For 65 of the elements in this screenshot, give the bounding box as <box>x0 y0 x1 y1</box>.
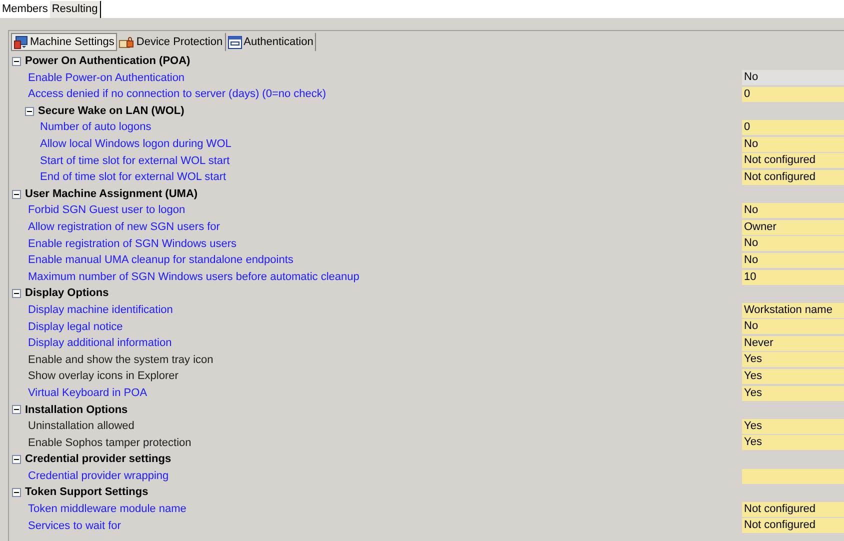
value-cell[interactable]: Yes <box>742 369 844 384</box>
collapse-icon[interactable] <box>12 56 21 66</box>
view-tab[interactable]: Resulting <box>50 1 101 18</box>
setting-label[interactable]: Start of time slot for external WOL start <box>9 152 742 170</box>
collapse-icon[interactable] <box>12 455 21 464</box>
lock-icon <box>119 36 134 48</box>
setting-label[interactable]: Allow registration of new SGN users for <box>9 218 742 236</box>
value-cell[interactable]: Owner <box>742 220 844 235</box>
value-cell[interactable]: 10 <box>742 270 844 285</box>
collapse-icon[interactable] <box>12 488 21 498</box>
group-heading: Display Options <box>25 286 109 302</box>
value-cell[interactable]: Yes <box>742 352 844 368</box>
value-cell[interactable]: Never <box>742 336 844 351</box>
value-cell[interactable]: Yes <box>742 386 844 401</box>
value-cell[interactable] <box>742 468 844 484</box>
setting-label[interactable]: Forbid SGN Guest user to logon <box>9 202 742 219</box>
setting-label[interactable]: Token middleware module name <box>9 501 742 518</box>
setting-label[interactable]: Show overlay icons in Explorer <box>9 368 742 385</box>
setting-label[interactable]: End of time slot for external WOL start <box>9 169 742 186</box>
setting-label[interactable]: Number of auto logons <box>9 119 742 136</box>
group-heading: Power On Authentication (POA) <box>25 54 190 70</box>
group-heading: Token Support Settings <box>25 485 148 500</box>
setting-label[interactable]: Services to wait for <box>9 518 742 534</box>
setting-label[interactable]: Uninstallation allowed <box>9 418 742 435</box>
value-cell[interactable]: 0 <box>742 120 844 136</box>
setting-label[interactable]: Enable and show the system tray icon <box>9 352 742 368</box>
setting-label[interactable]: Enable Power-on Authentication <box>9 70 742 86</box>
value-cell[interactable]: 0 <box>742 86 844 102</box>
setting-label[interactable]: Maximum number of SGN Windows users before automatic cleanup <box>9 268 742 286</box>
group-heading: Secure Wake on LAN (WOL) <box>38 104 184 119</box>
value-cell[interactable]: Not configured <box>742 153 844 168</box>
settings-tab[interactable]: Device Protection <box>117 33 226 51</box>
setting-label[interactable]: Credential provider wrapping <box>9 468 742 484</box>
value-cell[interactable]: No <box>742 319 844 334</box>
setting-label[interactable]: Enable manual UMA cleanup for standalone endpoints <box>9 252 742 269</box>
setting-label[interactable]: Allow local Windows logon during WOL <box>9 136 742 153</box>
value-cell[interactable]: Not configured <box>742 502 844 517</box>
value-cell[interactable]: Not configured <box>742 170 844 185</box>
value-cell[interactable]: No <box>742 203 844 218</box>
collapse-icon[interactable] <box>12 190 21 199</box>
collapse-icon[interactable] <box>12 405 21 414</box>
setting-label[interactable]: Display additional information <box>9 335 742 352</box>
value-cell[interactable]: No <box>742 70 844 86</box>
setting-label[interactable]: Enable Sophos tamper protection <box>9 434 742 452</box>
group-heading: Installation Options <box>25 402 128 418</box>
value-cell[interactable]: No <box>742 136 844 152</box>
group-heading: Credential provider settings <box>25 452 172 468</box>
setting-label[interactable]: Access denied if no connection to server (days) (0=no check) <box>9 86 742 103</box>
value-cell[interactable]: Yes <box>742 435 844 450</box>
window-icon <box>228 36 242 48</box>
setting-label[interactable]: Display machine identification <box>9 302 742 318</box>
value-cell[interactable]: Workstation name <box>742 302 844 318</box>
collapse-icon[interactable] <box>12 289 21 298</box>
settings-tab[interactable]: Authentication <box>226 33 316 51</box>
value-cell[interactable]: No <box>742 236 844 252</box>
setting-label[interactable]: Enable registration of SGN Windows users <box>9 236 742 252</box>
settings-tab[interactable]: Machine Settings <box>11 33 118 51</box>
collapse-icon[interactable] <box>25 106 34 116</box>
setting-label[interactable]: Display legal notice <box>9 318 742 336</box>
value-cell[interactable]: No <box>742 252 844 268</box>
value-cell[interactable]: Not configured <box>742 518 844 534</box>
setting-label[interactable]: Virtual Keyboard in POA <box>9 384 742 402</box>
computer-icon <box>14 36 28 48</box>
group-heading: User Machine Assignment (UMA) <box>25 186 198 202</box>
value-cell[interactable]: Yes <box>742 418 844 434</box>
